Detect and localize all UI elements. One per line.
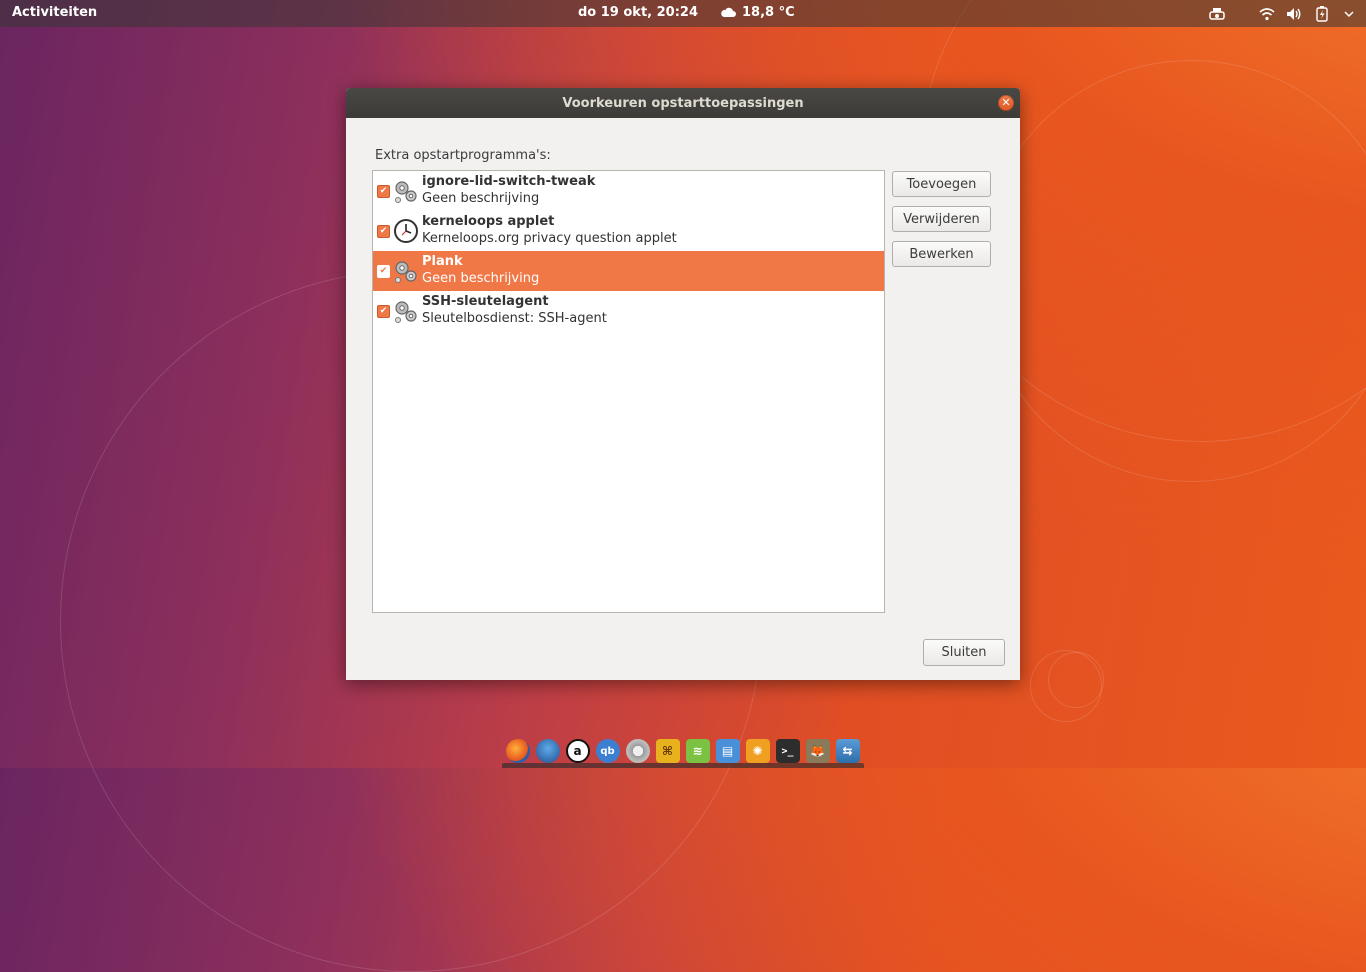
- printer-status-icon[interactable]: [1208, 5, 1226, 23]
- item-name: ignore-lid-switch-tweak: [422, 174, 596, 189]
- dialog-titlebar[interactable]: Voorkeuren opstarttoepassingen ✕: [346, 88, 1020, 118]
- list-item[interactable]: ✔ SSH-sleutelagent Sleutelbosdienst: SSH…: [373, 291, 884, 331]
- rss-icon[interactable]: ≋: [685, 739, 710, 763]
- enable-checkbox[interactable]: ✔: [377, 185, 390, 198]
- close-icon[interactable]: ✕: [998, 95, 1014, 111]
- gears-icon: [395, 261, 417, 283]
- cloud-icon: [721, 7, 736, 17]
- list-item[interactable]: ✔ Plank Geen beschrijving: [373, 251, 884, 291]
- thunderbird-icon[interactable]: [535, 739, 560, 763]
- sun-icon[interactable]: ✺: [745, 739, 770, 763]
- settings-icon[interactable]: [625, 739, 650, 763]
- item-name: Plank: [422, 254, 463, 269]
- item-name: SSH-sleutelagent: [422, 294, 549, 309]
- edit-button[interactable]: Bewerken: [892, 241, 991, 267]
- item-name: kerneloops applet: [422, 214, 555, 229]
- top-panel: Activiteiten do 19 okt, 20:24 18,8 °C: [0, 0, 1366, 27]
- qbittorrent-icon[interactable]: qb: [595, 739, 620, 763]
- firefox-icon[interactable]: [505, 739, 530, 763]
- activities-button[interactable]: Activiteiten: [12, 5, 97, 20]
- clock-icon: [394, 219, 418, 243]
- enable-checkbox[interactable]: ✔: [377, 265, 390, 278]
- gears-icon: [395, 181, 417, 203]
- item-description: Kerneloops.org privacy question applet: [422, 231, 677, 246]
- list-item[interactable]: ✔ ignore-lid-switch-tweak Geen beschrijv…: [373, 171, 884, 211]
- enable-checkbox[interactable]: ✔: [377, 305, 390, 318]
- weather-indicator[interactable]: 18,8 °C: [720, 5, 795, 20]
- add-button[interactable]: Toevoegen: [892, 171, 991, 197]
- wifi-icon[interactable]: [1258, 5, 1276, 23]
- item-description: Sleutelbosdienst: SSH-agent: [422, 311, 607, 326]
- remote-desktop-icon[interactable]: ⇆: [835, 739, 860, 763]
- files-icon[interactable]: ▤: [715, 739, 740, 763]
- gears-icon: [395, 301, 417, 323]
- startup-preferences-dialog: Voorkeuren opstarttoepassingen ✕ Extra o…: [346, 88, 1020, 680]
- clock[interactable]: do 19 okt, 20:24: [578, 5, 698, 20]
- weather-temperature: 18,8 °C: [742, 5, 795, 20]
- volume-icon[interactable]: [1285, 5, 1303, 23]
- list-item[interactable]: ✔ kerneloops applet Kerneloops.org priva…: [373, 211, 884, 251]
- gimp-icon[interactable]: 🦊: [805, 739, 830, 763]
- amazon-icon[interactable]: a: [565, 739, 590, 763]
- dock-shelf: [502, 763, 864, 768]
- startup-program-list[interactable]: ✔ ignore-lid-switch-tweak Geen beschrijv…: [372, 170, 885, 613]
- battery-icon[interactable]: [1313, 5, 1331, 23]
- section-label: Extra opstartprogramma's:: [375, 148, 551, 163]
- terminal-icon[interactable]: >_: [775, 739, 800, 763]
- item-description: Geen beschrijving: [422, 191, 540, 206]
- close-button[interactable]: Sluiten: [923, 639, 1005, 666]
- dialog-title: Voorkeuren opstarttoepassingen: [562, 95, 804, 111]
- enable-checkbox[interactable]: ✔: [377, 225, 390, 238]
- vlc-like-icon[interactable]: ⌘: [655, 739, 680, 763]
- menu-arrow-icon[interactable]: [1340, 5, 1358, 23]
- remove-button[interactable]: Verwijderen: [892, 206, 991, 232]
- item-description: Geen beschrijving: [422, 271, 540, 286]
